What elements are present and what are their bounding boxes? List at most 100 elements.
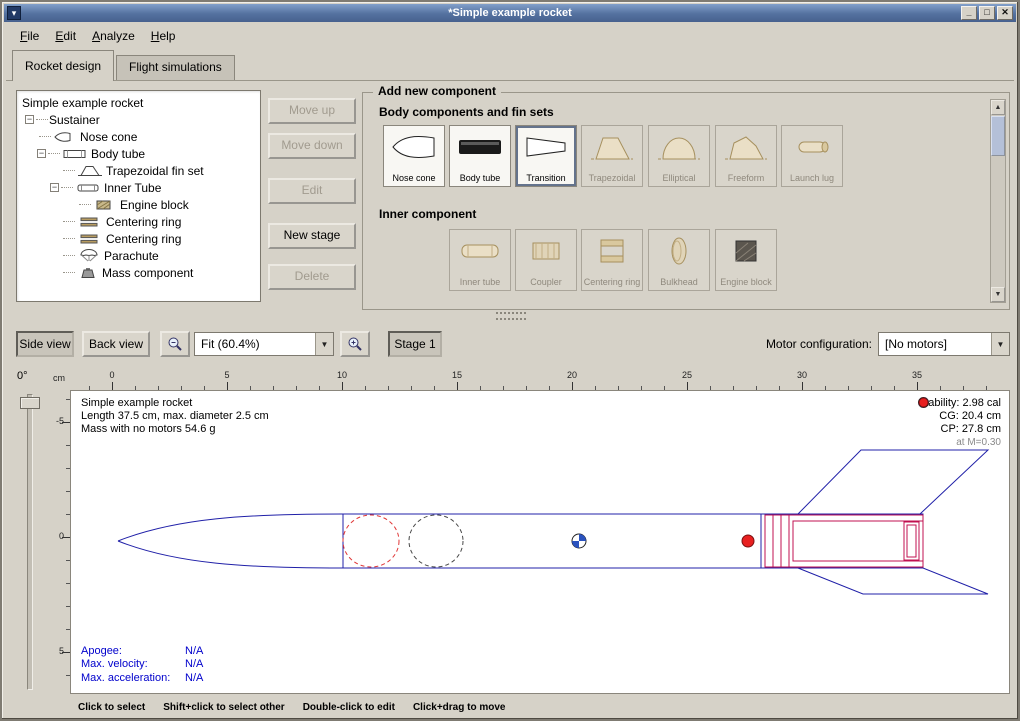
transition-icon (516, 131, 576, 163)
menu-edit[interactable]: Edit (47, 26, 84, 46)
nose-cone-icon (384, 131, 444, 163)
tree-item-body-tube[interactable]: − Body tube (17, 145, 260, 162)
tab-rocket-design[interactable]: Rocket design (12, 50, 114, 81)
component-button-label: Engine block (717, 278, 775, 287)
tree-connector (48, 153, 60, 154)
tab-flight-simulations[interactable]: Flight simulations (116, 55, 235, 80)
centering-ring-icon (78, 216, 102, 228)
tree-item-mass-component[interactable]: Mass component (17, 264, 260, 281)
add-component-group: Add new component Body components and fi… (362, 92, 1010, 310)
window-icon[interactable]: ▾ (7, 6, 21, 20)
tree-item-label: Centering ring (106, 232, 181, 246)
tree-item-centering-ring-1[interactable]: Centering ring (17, 213, 260, 230)
tree-item-engine-block[interactable]: Engine block (17, 196, 260, 213)
mach-label: at M=0.30 (918, 436, 1001, 449)
rocket-view-canvas[interactable]: Simple example rocket Length 37.5 cm, ma… (70, 390, 1010, 694)
zoom-in-button[interactable] (340, 331, 370, 357)
launch-lug-icon (782, 131, 842, 163)
inner-component-section-label: Inner component (379, 207, 476, 221)
add-trapezoidal-fin-button: Trapezoidal (581, 125, 643, 187)
tree-item-label: Engine block (120, 198, 189, 212)
max-acceleration-label: Max. acceleration: (81, 672, 185, 686)
flight-data-block: Apogee:N/A Max. velocity:N/A Max. accele… (81, 645, 203, 686)
tree-item-label: Trapezoidal fin set (106, 164, 204, 178)
new-stage-button[interactable]: New stage (268, 223, 356, 249)
tree-expander-icon[interactable]: − (37, 149, 46, 158)
tree-connector (63, 255, 75, 256)
menu-analyze[interactable]: Analyze (84, 26, 143, 46)
fin-set-icon (78, 165, 102, 177)
tree-item-label: Nose cone (80, 130, 137, 144)
component-button-label: Centering ring (583, 278, 641, 287)
status-hint: Double-click to edit (303, 702, 395, 713)
coupler-icon (516, 235, 576, 267)
tree-item-label: Body tube (91, 147, 145, 161)
add-nose-cone-button[interactable]: Nose cone (383, 125, 445, 187)
cg-symbol (572, 534, 586, 548)
side-view-button[interactable]: Side view (16, 331, 74, 357)
tree-item-sustainer[interactable]: − Sustainer (17, 111, 260, 128)
title-bar: ▾ *Simple example rocket _ □ ✕ (4, 4, 1016, 22)
add-centering-ring-button: Centering ring (581, 229, 643, 291)
ruler-tick-label: 15 (452, 370, 462, 380)
add-engine-block-button: Engine block (715, 229, 777, 291)
maximize-button[interactable]: □ (979, 6, 995, 20)
tree-item-label: Inner Tube (104, 181, 161, 195)
scroll-up-button[interactable]: ▲ (991, 100, 1005, 115)
component-button-label: Freeform (717, 174, 775, 183)
add-body-tube-button[interactable]: Body tube (449, 125, 511, 187)
component-button-label: Coupler (517, 278, 575, 287)
tree-item-fin-set[interactable]: Trapezoidal fin set (17, 162, 260, 179)
apogee-value: N/A (185, 645, 203, 657)
engine-block-icon (716, 235, 776, 267)
tree-item-rocket[interactable]: Simple example rocket (17, 94, 260, 111)
cg-label: CG: (939, 410, 959, 423)
vertical-ruler: -5 0 5 (50, 390, 70, 694)
tree-expander-icon[interactable]: − (25, 115, 34, 124)
close-button[interactable]: ✕ (997, 6, 1013, 20)
rocket-mass: Mass with no motors 54.6 g (81, 423, 269, 436)
menu-file[interactable]: File (12, 26, 47, 46)
chevron-down-icon[interactable]: ▼ (315, 333, 333, 355)
add-elliptical-fin-button: Elliptical (648, 125, 710, 187)
tree-item-centering-ring-2[interactable]: Centering ring (17, 230, 260, 247)
zoom-select-value: Fit (60.4%) (201, 337, 311, 351)
tree-item-nose-cone[interactable]: Nose cone (17, 128, 260, 145)
component-button-label: Inner tube (451, 278, 509, 287)
tree-connector (36, 119, 48, 120)
back-view-button[interactable]: Back view (82, 331, 150, 357)
tree-item-label: Simple example rocket (22, 96, 143, 110)
rocket-diagram[interactable] (71, 391, 1009, 693)
tree-expander-icon[interactable]: − (50, 183, 59, 192)
elliptical-fin-icon (649, 131, 709, 165)
splitter-handle[interactable] (496, 312, 526, 320)
ruler-tick-label: 20 (567, 370, 577, 380)
scroll-down-button[interactable]: ▼ (991, 287, 1005, 302)
stability-block: Stability: 2.98 cal CG: 20.4 cm CP: 27.8… (918, 397, 1001, 449)
rotation-slider-handle[interactable] (20, 397, 40, 409)
chevron-down-icon[interactable]: ▼ (991, 333, 1009, 355)
zoom-out-button[interactable] (160, 331, 190, 357)
component-panel-scrollbar[interactable]: ▲ ▼ (990, 99, 1006, 303)
tree-item-parachute[interactable]: Parachute (17, 247, 260, 264)
magnifier-minus-icon (167, 336, 183, 352)
scrollbar-thumb[interactable] (991, 116, 1005, 156)
component-button-label: Transition (517, 174, 575, 183)
mass-component-icon (78, 267, 98, 279)
menu-help[interactable]: Help (143, 26, 184, 46)
zoom-select[interactable]: Fit (60.4%) ▼ (194, 332, 334, 356)
tree-item-inner-tube[interactable]: − Inner Tube (17, 179, 260, 196)
ruler-unit-label: cm (53, 373, 65, 383)
motor-configuration-value: [No motors] (885, 337, 987, 351)
move-up-button: Move up (268, 98, 356, 124)
rotation-slider-track[interactable] (27, 394, 33, 690)
motor-configuration-select[interactable]: [No motors] ▼ (878, 332, 1010, 356)
max-velocity-label: Max. velocity: (81, 658, 185, 672)
stage1-toggle-button[interactable]: Stage 1 (388, 331, 442, 357)
minimize-button[interactable]: _ (961, 6, 977, 20)
status-hint: Click+drag to move (413, 702, 506, 713)
centering-ring-icon (78, 233, 102, 245)
component-button-label: Trapezoidal (583, 174, 641, 183)
add-transition-button[interactable]: Transition (515, 125, 577, 187)
rotation-angle-label: 0° (17, 370, 28, 382)
